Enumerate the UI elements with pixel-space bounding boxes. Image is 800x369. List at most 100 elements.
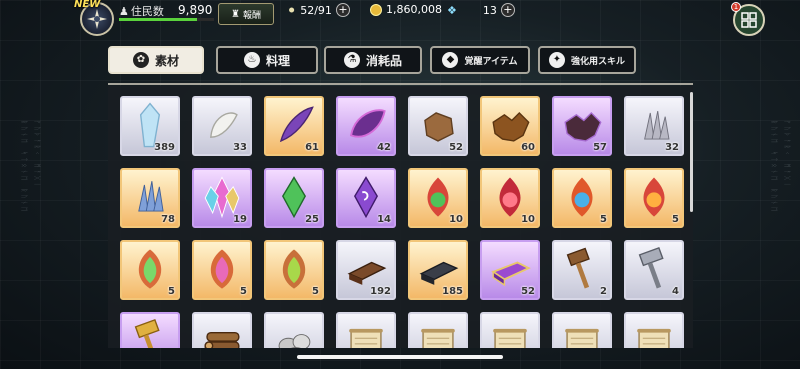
gold-value: 1,860,008	[386, 3, 442, 16]
item-count: 389	[154, 142, 175, 153]
item-scroll-2[interactable]	[408, 312, 468, 348]
pot-icon: ♨	[243, 52, 260, 68]
item-white-fang[interactable]: 33	[192, 96, 252, 156]
item-count: 57	[593, 142, 607, 153]
scroll-3-icon	[493, 328, 527, 348]
scroll-2-icon	[421, 328, 455, 348]
compass-star-icon	[87, 9, 107, 29]
gem-block: ❖ 13 +	[447, 3, 515, 17]
tab-awakening-items[interactable]: ◆ 覚醒アイテム	[430, 46, 530, 74]
population-value: 9,890	[178, 3, 213, 17]
item-count: 2	[600, 286, 607, 297]
item-count: 33	[233, 142, 247, 153]
item-count: 61	[305, 142, 319, 153]
scroll-1-icon	[349, 328, 383, 348]
item-pink-flame-stone[interactable]: 5	[192, 240, 252, 300]
item-wooden-hammer[interactable]: 2	[552, 240, 612, 300]
item-chocolate-bar[interactable]: 192	[336, 240, 396, 300]
reward-button[interactable]: ♜ 報酬	[218, 3, 274, 25]
left-rune-decoration: ᚱᚢᚾᛖ ᛋᛏᛟᚾᛖ ᚱᚢᚾᛖ	[20, 120, 28, 214]
flask-icon: ⚗	[343, 52, 360, 68]
item-blue-ember[interactable]: 5	[552, 168, 612, 228]
item-scroll-3[interactable]	[480, 312, 540, 348]
right-rune-decoration-2: ᚠᚢᚦᚨᚱᚲ ᛗᚨᚷᛁ	[783, 120, 791, 189]
item-purple-claw[interactable]: 61	[264, 96, 324, 156]
item-steel-hammer[interactable]: 4	[624, 240, 684, 300]
item-count: 42	[377, 142, 391, 153]
castle-icon: ♜	[231, 8, 240, 20]
item-count: 5	[312, 286, 319, 297]
item-golden-hammer[interactable]	[120, 312, 180, 348]
item-dark-wing[interactable]: 42	[336, 96, 396, 156]
golden-hammer-icon	[134, 318, 160, 348]
item-grid: 389 33 61 42 52 60 57 32 78 19 25 14 10 10 5 5 5 5 5 192 185…	[108, 86, 693, 348]
item-count: 25	[305, 214, 319, 225]
population-bar-fill	[119, 18, 197, 21]
item-green-flame-stone[interactable]: 5	[120, 240, 180, 300]
item-count: 5	[240, 286, 247, 297]
item-logs[interactable]	[192, 312, 252, 348]
item-count: 192	[370, 286, 391, 297]
item-green-ember[interactable]: 10	[408, 168, 468, 228]
item-orange-ember[interactable]: 5	[624, 168, 684, 228]
item-count: 19	[233, 214, 247, 225]
item-rainbow-crystal[interactable]: 19	[192, 168, 252, 228]
stamina-block: ⚫ 52/91 +	[287, 3, 350, 17]
item-blue-crystal[interactable]: 389	[120, 96, 180, 156]
item-dark-whetstone[interactable]: 185	[408, 240, 468, 300]
coin-icon	[370, 3, 382, 16]
item-leaf-flame-stone[interactable]: 5	[264, 240, 324, 300]
stones-icon	[278, 334, 311, 348]
scroll-5-icon	[637, 328, 671, 348]
population-label: ♟ 住民数	[119, 4, 164, 19]
item-scroll-1[interactable]	[336, 312, 396, 348]
gold-block: 1,860,008	[370, 3, 442, 16]
item-stones[interactable]	[264, 312, 324, 348]
item-count: 10	[449, 214, 463, 225]
add-stamina-button[interactable]: +	[335, 3, 350, 17]
home-indicator[interactable]	[297, 355, 503, 359]
tab-materials[interactable]: ✿ 素材	[108, 46, 204, 74]
item-count: 5	[672, 214, 679, 225]
item-dark-hide[interactable]: 57	[552, 96, 612, 156]
item-violet-gem[interactable]: 14	[336, 168, 396, 228]
item-count: 185	[442, 286, 463, 297]
item-count: 14	[377, 214, 391, 225]
tab-underline	[108, 83, 693, 85]
scroll-4-icon	[565, 328, 599, 348]
item-count: 52	[521, 286, 535, 297]
item-silver-feathers[interactable]: 32	[624, 96, 684, 156]
menu-notification-badge: 1	[731, 2, 741, 12]
item-beast-hide[interactable]: 60	[480, 96, 540, 156]
new-badge: NEW	[74, 0, 101, 10]
population-bar	[119, 18, 214, 21]
grid-scrollbar[interactable]	[690, 92, 693, 212]
item-green-gem[interactable]: 25	[264, 168, 324, 228]
item-scroll-4[interactable]	[552, 312, 612, 348]
right-rune-decoration: ᚱᚢᚾᛖ ᛋᛏᛟᚾᛖ ᚱᚢᚾᛖ	[770, 120, 778, 214]
item-leather-scrap[interactable]: 52	[408, 96, 468, 156]
tab-cooking[interactable]: ♨ 料理	[216, 46, 318, 74]
leaf-icon: ✿	[132, 52, 149, 68]
item-red-ember[interactable]: 10	[480, 168, 540, 228]
tab-consumables[interactable]: ⚗ 消耗品	[324, 46, 422, 74]
gem-icon: ◆	[442, 52, 459, 68]
grid-menu-icon	[741, 12, 757, 28]
crystal-icon: ❖	[447, 3, 457, 17]
category-tabs: ✿ 素材 ♨ 料理 ⚗ 消耗品 ◆ 覚醒アイテム ✦ 強化用スキル	[108, 46, 698, 76]
item-blue-feathers[interactable]: 78	[120, 168, 180, 228]
item-scroll-5[interactable]	[624, 312, 684, 348]
item-count: 78	[161, 214, 175, 225]
person-icon: ♟	[119, 4, 129, 18]
gem-value: 13	[482, 3, 497, 17]
boot-icon: ⚫	[287, 3, 297, 17]
add-gems-button[interactable]: +	[500, 3, 515, 17]
item-count: 60	[521, 142, 535, 153]
logs-icon	[204, 331, 240, 348]
tab-enhance-skills[interactable]: ✦ 強化用スキル	[538, 46, 636, 74]
stamina-value: 52/91	[300, 3, 332, 17]
item-purple-ingot[interactable]: 52	[480, 240, 540, 300]
item-count: 10	[521, 214, 535, 225]
left-rune-decoration-2: ᚠᚢᚦᚨᚱᚲ ᛗᚨᚷᛁ	[33, 120, 41, 189]
top-bar: NEW ♟ 住民数 9,890 ♜ 報酬 ⚫ 52/91 + 1,860,008…	[0, 0, 800, 36]
